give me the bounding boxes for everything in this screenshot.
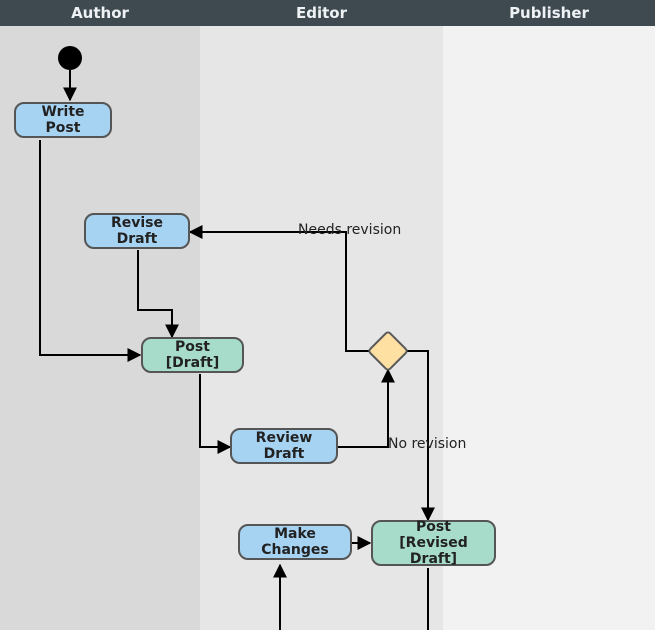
activity-make-changes: Make Changes (238, 524, 352, 560)
object-post-draft: Post [Draft] (141, 337, 244, 373)
post-revised-line1: Post (416, 519, 451, 535)
activity-revise-draft: Revise Draft (84, 213, 190, 249)
decision-node (367, 330, 409, 372)
edge-label-needs-revision: Needs revision (298, 222, 401, 238)
post-revised-line2: [Revised Draft] (383, 535, 484, 567)
edge-label-no-revision: No revision (388, 436, 466, 452)
activity-review-draft: Review Draft (230, 428, 338, 464)
activity-write-post: Write Post (14, 102, 112, 138)
start-node (58, 46, 82, 70)
diagram-canvas: Write Post Revise Draft Post [Draft] Rev… (0, 0, 655, 630)
object-post-revised-draft: Post [Revised Draft] (371, 520, 496, 566)
